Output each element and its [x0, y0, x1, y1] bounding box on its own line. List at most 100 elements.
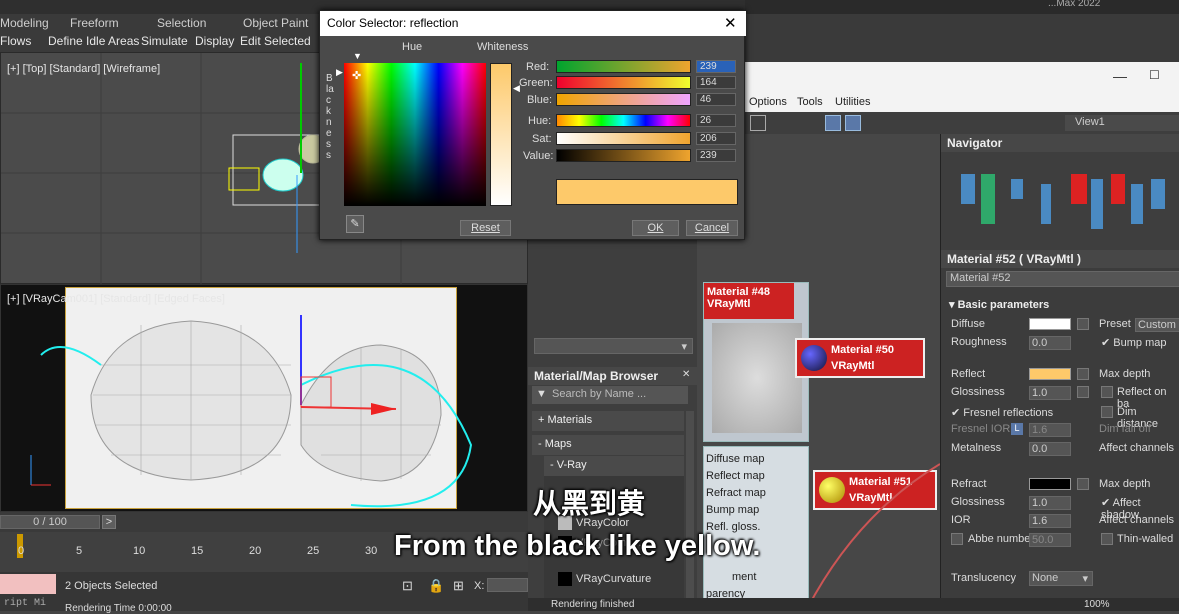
- subtab-define-idle-areas[interactable]: Define Idle Areas: [48, 34, 139, 48]
- transform-mode-icon[interactable]: ⊞: [453, 578, 464, 594]
- browser-close-icon[interactable]: ✕: [682, 369, 690, 380]
- browser-search-input[interactable]: Search by Name ...: [532, 386, 688, 404]
- isolate-icon[interactable]: ⊡: [402, 578, 413, 594]
- lock-icon[interactable]: 🔒: [428, 578, 444, 594]
- rollout-arrow-icon[interactable]: ▾: [949, 299, 958, 311]
- search-options-icon[interactable]: ▼: [536, 388, 547, 400]
- tab-freeform[interactable]: Freeform: [70, 16, 119, 30]
- dialog-close-icon[interactable]: ✕: [724, 14, 737, 32]
- blue-slider[interactable]: [556, 93, 691, 106]
- dim-distance-checkbox[interactable]: [1101, 406, 1113, 418]
- tick-label: 30: [365, 545, 378, 557]
- green-slider[interactable]: [556, 76, 691, 89]
- ior-label: IOR: [951, 514, 971, 526]
- sat-spinner[interactable]: 206: [696, 132, 736, 145]
- subtab-display[interactable]: Display: [195, 34, 234, 48]
- browser-vray-group[interactable]: - V-Ray: [544, 456, 684, 476]
- ok-button[interactable]: OK: [632, 220, 679, 236]
- affect-channels-label: Affect channels: [1099, 442, 1175, 454]
- reflect-color-swatch[interactable]: [1029, 368, 1071, 380]
- refract-map-button[interactable]: [1077, 478, 1089, 490]
- menu-options[interactable]: Options: [749, 96, 787, 108]
- green-spinner[interactable]: 164: [696, 76, 736, 89]
- maximize-icon[interactable]: ☐: [1149, 68, 1160, 82]
- navigator-minimap: [961, 174, 1165, 229]
- browser-scrollbar[interactable]: [686, 411, 694, 607]
- time-slider[interactable]: 0 / 100 >: [0, 512, 528, 532]
- menu-utilities[interactable]: Utilities: [835, 96, 870, 108]
- show-map-icon[interactable]: [825, 115, 841, 131]
- reset-button[interactable]: Reset: [460, 220, 511, 236]
- minimize-icon[interactable]: —: [1113, 68, 1127, 84]
- red-slider[interactable]: [556, 60, 691, 73]
- whiteness-bar[interactable]: [490, 63, 512, 206]
- hue-slider[interactable]: [556, 114, 691, 127]
- reflect-on-back-checkbox[interactable]: [1101, 386, 1113, 398]
- lock-ior-button[interactable]: L: [1011, 423, 1023, 435]
- background-icon[interactable]: [845, 115, 861, 131]
- layout-icon[interactable]: [750, 115, 766, 131]
- material-name-field[interactable]: Material #52: [946, 271, 1179, 287]
- blue-spinner[interactable]: 46: [696, 93, 736, 106]
- viewport-camera[interactable]: [+] [VRayCam001] [Standard] [Edged Faces…: [0, 284, 528, 512]
- bump-map-checkbox[interactable]: ✔ Bump map: [1101, 336, 1166, 349]
- diffuse-map-button[interactable]: [1077, 318, 1089, 330]
- abbe-label: Abbe number: [968, 533, 1035, 545]
- fresnel-checkbox[interactable]: ✔ Fresnel reflections: [951, 406, 1053, 419]
- dropdown-arrow-icon: ▾: [1082, 573, 1088, 585]
- subtab-simulate[interactable]: Simulate: [141, 34, 188, 48]
- maxscript-listener[interactable]: [0, 574, 56, 594]
- window-title: ...Max 2022: [1048, 0, 1101, 9]
- main-toolbar: [745, 0, 1179, 14]
- hue-spinner[interactable]: 26: [696, 114, 736, 127]
- browser-maps-group[interactable]: - Maps: [532, 435, 684, 455]
- translucency-label: Translucency: [951, 572, 1017, 584]
- menu-tools[interactable]: Tools: [797, 96, 823, 108]
- roughness-spinner[interactable]: 0.0: [1029, 336, 1071, 350]
- tab-modeling[interactable]: Modeling: [0, 16, 49, 30]
- hue-marker-icon: ▼: [353, 51, 362, 61]
- refract-glossiness-spinner[interactable]: 1.0: [1029, 496, 1071, 510]
- abbe-spinner[interactable]: 50.0: [1029, 533, 1071, 547]
- abbe-checkbox[interactable]: [951, 533, 963, 545]
- preset-label: Preset: [1099, 318, 1131, 330]
- frame-counter[interactable]: 0 / 100: [0, 515, 100, 529]
- reflect-map-button[interactable]: [1077, 368, 1089, 380]
- glossiness-spinner[interactable]: 1.0: [1029, 386, 1071, 400]
- x-coord-field[interactable]: [487, 578, 528, 592]
- hue-blackness-picker[interactable]: ✜: [344, 63, 486, 206]
- refract-color-swatch[interactable]: [1029, 478, 1071, 490]
- diffuse-color-swatch[interactable]: [1029, 318, 1071, 330]
- fresnel-ior-spinner[interactable]: 1.6: [1029, 423, 1071, 437]
- thin-walled-checkbox[interactable]: [1101, 533, 1113, 545]
- subtab-flows[interactable]: Flows: [0, 34, 31, 48]
- tick-label: 25: [307, 545, 320, 557]
- ior-spinner[interactable]: 1.6: [1029, 514, 1071, 528]
- translucency-dropdown[interactable]: None ▾: [1029, 571, 1093, 586]
- zoom-level[interactable]: 100%: [1084, 599, 1110, 610]
- tick-label: 0: [18, 545, 25, 557]
- red-label: Red:: [526, 61, 550, 73]
- eyedropper-icon[interactable]: ✎: [346, 215, 364, 233]
- navigator-panel[interactable]: Navigator: [940, 134, 1179, 250]
- preset-dropdown[interactable]: Custom: [1135, 318, 1179, 332]
- value-spinner[interactable]: 239: [696, 149, 736, 162]
- cancel-button[interactable]: Cancel: [686, 220, 738, 236]
- x-coord-label: X:: [474, 580, 485, 592]
- blackness-marker-icon: ▶: [336, 67, 343, 77]
- tab-object-paint[interactable]: Object Paint: [243, 16, 308, 30]
- tick-label: 20: [249, 545, 262, 557]
- metalness-spinner[interactable]: 0.0: [1029, 442, 1071, 456]
- map-item-vraycurvature[interactable]: VRayCurvature: [576, 573, 651, 585]
- glossiness-map-button[interactable]: [1077, 386, 1089, 398]
- saturation-slider[interactable]: [556, 132, 691, 145]
- value-slider[interactable]: [556, 149, 691, 162]
- browser-dropdown[interactable]: ▾: [534, 338, 693, 354]
- next-frame-button[interactable]: >: [102, 515, 116, 529]
- red-spinner[interactable]: 239: [696, 60, 736, 73]
- browser-materials-group[interactable]: + Materials: [532, 411, 684, 431]
- tab-selection[interactable]: Selection: [157, 16, 206, 30]
- subtab-edit-selected[interactable]: Edit Selected: [240, 34, 311, 48]
- view-tab[interactable]: View1: [1065, 115, 1179, 131]
- metalness-label: Metalness: [951, 442, 1002, 454]
